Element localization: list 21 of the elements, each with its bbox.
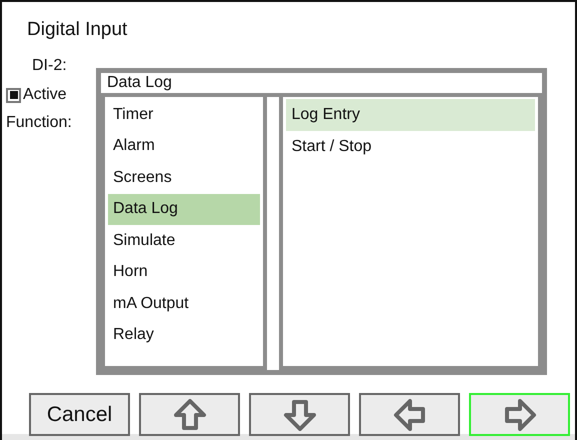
category-item[interactable]: Timer <box>108 99 260 130</box>
active-label: Active <box>23 86 67 104</box>
cancel-button[interactable]: Cancel <box>29 393 130 436</box>
category-item[interactable]: Data Log <box>108 194 260 225</box>
category-item[interactable]: Screens <box>108 162 260 194</box>
option-item[interactable]: Start / Stop <box>286 131 535 163</box>
function-label: Function: <box>6 114 72 132</box>
category-item[interactable]: mA Output <box>108 288 260 320</box>
input-label: DI-2: <box>32 57 67 75</box>
window-title: Digital Input <box>26 18 128 42</box>
right-button[interactable] <box>469 393 570 436</box>
down-button[interactable] <box>249 393 350 436</box>
selected-value: Data Log <box>101 73 542 93</box>
category-item[interactable]: Horn <box>108 256 260 288</box>
left-button[interactable] <box>359 393 460 436</box>
active-checkbox[interactable] <box>6 88 21 102</box>
option-item[interactable]: Log Entry <box>286 99 535 131</box>
category-item[interactable]: Alarm <box>108 130 260 162</box>
up-button[interactable] <box>139 393 240 436</box>
category-item[interactable]: Simulate <box>108 225 260 256</box>
category-item[interactable]: Relay <box>108 320 260 351</box>
